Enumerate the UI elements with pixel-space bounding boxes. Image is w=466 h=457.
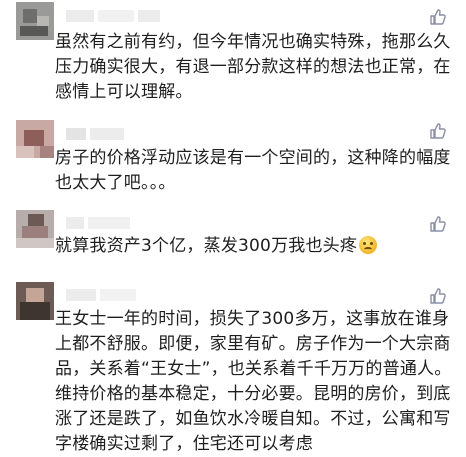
comment-text: 王女士一年的时间，损失了300多万，这事放在谁身上都不舒服。即便，家里有矿。房子…: [55, 309, 452, 454]
sweat-smile-emoji-icon: [359, 236, 378, 254]
thumbs-up-icon[interactable]: [429, 122, 447, 140]
comment-item: 就算我资产3个亿，蒸发300万我也头疼: [0, 205, 466, 275]
thumbs-up-icon[interactable]: [429, 215, 447, 233]
user-avatar[interactable]: [16, 210, 54, 248]
comment-text: 虽然有之前有约，但今年情况也确实特殊，拖那么久压力确实很大，有退一部分款这样的想…: [55, 32, 451, 102]
user-avatar[interactable]: [16, 120, 54, 158]
user-avatar[interactable]: [16, 282, 54, 320]
comment-item: 虽然有之前有约，但今年情况也确实特殊，拖那么久压力确实很大，有退一部分款这样的想…: [0, 0, 466, 110]
comment-item: 王女士一年的时间，损失了300多万，这事放在谁身上都不舒服。即便，家里有矿。房子…: [0, 275, 466, 454]
thumbs-up-icon[interactable]: [429, 287, 447, 305]
thumbs-up-icon[interactable]: [429, 8, 447, 26]
user-avatar[interactable]: [16, 2, 54, 40]
comment-text: 房子的价格浮动应该是有一个空间的，这种降的幅度也太大了吧。。。: [55, 148, 451, 193]
comment-text-content: 就算我资产3个亿，蒸发300万我也头疼: [55, 236, 358, 256]
comment-text: 就算我资产3个亿，蒸发300万我也头疼: [55, 234, 455, 259]
comment-item: 房子的价格浮动应该是有一个空间的，这种降的幅度也太大了吧。。。: [0, 110, 466, 205]
